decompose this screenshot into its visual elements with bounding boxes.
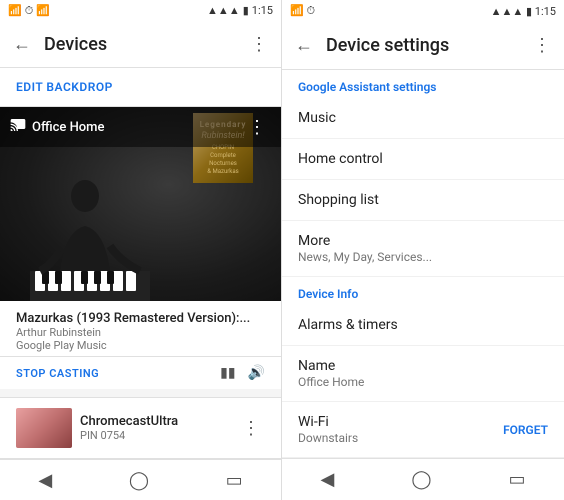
device-name-bar: Office Home ⋮ <box>0 107 281 147</box>
bluetooth-icon: 📶 <box>8 4 22 17</box>
device-name-text: Office Home <box>32 120 237 135</box>
status-icons-left: 📶 ⏱ 📶 <box>8 4 50 18</box>
settings-item-more[interactable]: More News, My Day, Services... <box>282 221 564 277</box>
pause-icon[interactable]: ▮▮ <box>220 365 235 381</box>
section-header-0: Google Assistant settings <box>282 70 564 98</box>
right-title: Device settings <box>326 35 520 56</box>
chromecast-info: ChromecastUltra PIN 0754 <box>80 414 229 442</box>
device-card: Legendary Rubinstein! CHOPINComplete Noc… <box>0 107 281 301</box>
settings-item-alarms-label: Alarms & timers <box>298 317 398 333</box>
settings-label-wifi: Wi-Fi <box>298 414 358 430</box>
settings-item-home-control[interactable]: Home control <box>282 139 564 180</box>
settings-label-more: More <box>298 233 432 249</box>
home-nav-right-icon[interactable]: ◯ <box>405 463 437 496</box>
chromecast-name: ChromecastUltra <box>80 414 229 429</box>
recents-nav-icon[interactable]: ▭ <box>220 464 249 497</box>
chromecast-thumbnail <box>16 408 72 448</box>
battery-right-icon: ▮ <box>526 5 532 18</box>
media-icons: ▮▮ 🔊 <box>220 365 265 381</box>
musician-silhouette <box>30 171 150 301</box>
settings-label-alarms: Alarms & timers <box>298 317 398 333</box>
edit-backdrop-row: EDIT BACKDROP <box>0 68 281 107</box>
settings-label-shopping: Shopping list <box>298 192 379 208</box>
settings-sub-wifi: Downstairs <box>298 431 358 445</box>
bluetooth-right-icon: 📶 <box>290 4 304 17</box>
signal-right-icon: ▲▲▲ <box>491 5 524 18</box>
nav-bar-left: ◀ ◯ ▭ <box>0 459 281 500</box>
cast-controls: STOP CASTING ▮▮ 🔊 <box>0 357 281 389</box>
more-options-right[interactable]: ⋮ <box>528 32 556 60</box>
settings-item-music[interactable]: Music <box>282 98 564 139</box>
chromecast-more-options[interactable]: ⋮ <box>237 414 265 442</box>
settings-label-name: Name <box>298 358 364 374</box>
back-nav-icon[interactable]: ◀ <box>32 464 58 497</box>
settings-list: Google Assistant settings Music Home con… <box>282 70 564 458</box>
settings-item-wifi[interactable]: Wi-Fi Downstairs FORGET <box>282 402 564 458</box>
section-header-1: Device Info <box>282 277 564 305</box>
settings-label-music: Music <box>298 110 336 126</box>
chromecast-pin: PIN 0754 <box>80 429 229 442</box>
device-more-options[interactable]: ⋮ <box>243 113 271 141</box>
settings-item-shopping-label: Shopping list <box>298 192 379 208</box>
right-panel: 📶 ⏱ ▲▲▲ ▮ 1:15 ← Device settings ⋮ Googl… <box>282 0 564 500</box>
settings-item-more-label: More News, My Day, Services... <box>298 233 432 264</box>
settings-label-home-control: Home control <box>298 151 383 167</box>
chromecast-card[interactable]: ChromecastUltra PIN 0754 ⋮ <box>0 397 281 459</box>
device-cast-icon <box>10 117 26 137</box>
settings-item-name-label: Name Office Home <box>298 358 364 389</box>
settings-item-shopping-list[interactable]: Shopping list <box>282 180 564 221</box>
alarm-icon: ⏱ <box>25 4 34 18</box>
forget-button[interactable]: FORGET <box>503 423 548 437</box>
settings-item-wifi-label: Wi-Fi Downstairs <box>298 414 358 445</box>
volume-icon[interactable]: 🔊 <box>248 365 265 381</box>
status-bar-right: 📶 ⏱ ▲▲▲ ▮ 1:15 <box>282 0 564 22</box>
time-left: 1:15 <box>252 4 273 17</box>
home-nav-icon[interactable]: ◯ <box>123 464 155 497</box>
time-right: 1:15 <box>535 5 556 18</box>
signal-icon: ▲▲▲ <box>207 4 240 17</box>
back-button-left[interactable]: ← <box>8 30 36 58</box>
top-bar-left: ← Devices ⋮ <box>0 21 281 68</box>
wifi-icon: 📶 <box>36 4 50 17</box>
left-panel: 📶 ⏱ 📶 ▲▲▲ ▮ 1:15 ← Devices ⋮ EDIT BACKDR… <box>0 0 282 500</box>
settings-item-home-control-label: Home control <box>298 151 383 167</box>
status-bar-left: 📶 ⏱ 📶 ▲▲▲ ▮ 1:15 <box>0 0 281 21</box>
track-source: Google Play Music <box>16 339 265 352</box>
back-button-right[interactable]: ← <box>290 32 318 60</box>
status-right-left: ▲▲▲ ▮ 1:15 <box>207 4 273 17</box>
settings-sub-more: News, My Day, Services... <box>298 250 432 264</box>
battery-icon: ▮ <box>243 4 249 17</box>
settings-item-name[interactable]: Name Office Home <box>282 346 564 402</box>
settings-item-alarms[interactable]: Alarms & timers <box>282 305 564 346</box>
edit-backdrop-button[interactable]: EDIT BACKDROP <box>16 80 265 94</box>
more-options-left[interactable]: ⋮ <box>245 30 273 58</box>
alarm-right-icon: ⏱ <box>306 4 315 17</box>
status-icons-right: 📶 ⏱ <box>290 4 315 18</box>
track-artist: Arthur Rubinstein <box>16 326 265 339</box>
left-title: Devices <box>44 34 237 55</box>
recents-nav-right-icon[interactable]: ▭ <box>502 463 531 496</box>
back-nav-right-icon[interactable]: ◀ <box>314 463 340 496</box>
track-title: Mazurkas (1993 Remastered Version):... <box>16 311 265 326</box>
settings-item-music-label: Music <box>298 110 336 126</box>
album-subtitle: CHOPINComplete Nocturnes& Mazurkas <box>197 144 249 175</box>
status-right-right: ▲▲▲ ▮ 1:15 <box>491 5 556 18</box>
now-playing: Mazurkas (1993 Remastered Version):... A… <box>0 301 281 357</box>
nav-bar-right: ◀ ◯ ▭ <box>282 458 564 500</box>
settings-sub-name: Office Home <box>298 375 364 389</box>
stop-casting-button[interactable]: STOP CASTING <box>16 367 212 380</box>
top-bar-right: ← Device settings ⋮ <box>282 22 564 70</box>
